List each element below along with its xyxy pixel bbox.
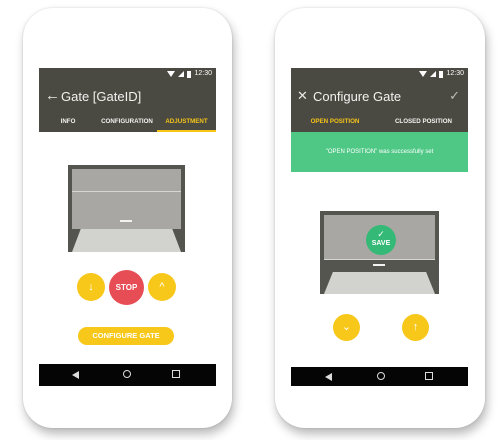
nav-back-icon[interactable] bbox=[72, 371, 79, 379]
wifi-icon bbox=[167, 71, 176, 77]
wifi-icon bbox=[419, 71, 428, 77]
app-bar: ✕ Configure Gate ✓ bbox=[291, 80, 468, 114]
tab-open-position[interactable]: OPEN POSITION bbox=[291, 114, 379, 132]
battery-icon bbox=[439, 70, 444, 78]
gate-handle bbox=[120, 220, 132, 222]
signal-icon bbox=[430, 71, 437, 77]
move-down-button[interactable]: ↓ bbox=[77, 273, 105, 301]
nav-home-icon[interactable] bbox=[123, 370, 131, 378]
chevron-down-icon: ⌄ bbox=[341, 321, 352, 333]
gate-floor bbox=[72, 229, 181, 252]
status-bar: 12:30 bbox=[291, 68, 468, 80]
gate-floor bbox=[324, 272, 435, 294]
status-time: 12:30 bbox=[446, 70, 464, 77]
success-message: "OPEN POSITION" was successfully set bbox=[325, 149, 434, 155]
confirm-check-icon[interactable]: ✓ bbox=[449, 88, 460, 104]
success-banner: "OPEN POSITION" was successfully set bbox=[291, 132, 468, 172]
move-up-button[interactable]: ↑ bbox=[402, 314, 429, 341]
close-icon[interactable]: ✕ bbox=[297, 88, 308, 104]
system-nav-bar bbox=[291, 367, 468, 386]
page-title: Gate [GateID] bbox=[61, 89, 142, 104]
gate-handle bbox=[373, 264, 385, 266]
nav-home-icon[interactable] bbox=[377, 372, 385, 380]
move-up-button[interactable]: ^ bbox=[148, 273, 176, 301]
tab-closed-position[interactable]: CLOSED POSITION bbox=[379, 114, 468, 132]
configure-gate-button[interactable]: CONFIGURE GATE bbox=[78, 327, 174, 345]
nav-recent-icon[interactable] bbox=[172, 370, 180, 378]
gate-panel-line bbox=[324, 259, 435, 260]
stop-button[interactable]: STOP bbox=[109, 270, 144, 305]
tab-configuration[interactable]: CONFIGURATION bbox=[97, 114, 157, 132]
phone-left-screen: 12:30 ← Gate [GateID] INFO CONFIGURATION… bbox=[39, 68, 216, 386]
move-down-button[interactable]: ⌄ bbox=[333, 314, 360, 341]
phone-right-screen: 12:30 ✕ Configure Gate ✓ OPEN POSITION C… bbox=[291, 68, 468, 386]
tab-bar: INFO CONFIGURATION ADJUSTMENT bbox=[39, 114, 216, 132]
gate-illustration bbox=[68, 165, 185, 252]
signal-icon bbox=[178, 71, 185, 77]
tab-info[interactable]: INFO bbox=[39, 114, 97, 132]
tab-bar: OPEN POSITION CLOSED POSITION bbox=[291, 114, 468, 132]
status-time: 12:30 bbox=[194, 70, 212, 77]
phone-right: 12:30 ✕ Configure Gate ✓ OPEN POSITION C… bbox=[275, 8, 485, 428]
battery-icon bbox=[187, 70, 192, 78]
back-arrow-icon[interactable]: ← bbox=[45, 88, 60, 104]
page-title: Configure Gate bbox=[313, 89, 402, 104]
arrow-down-icon: ↓ bbox=[88, 280, 94, 293]
save-label: SAVE bbox=[371, 240, 391, 247]
stop-label: STOP bbox=[115, 283, 138, 292]
phone-left: 12:30 ← Gate [GateID] INFO CONFIGURATION… bbox=[23, 8, 232, 428]
save-button[interactable]: ✓ SAVE bbox=[366, 225, 396, 255]
app-bar: ← Gate [GateID] bbox=[39, 80, 216, 114]
chevron-up-icon: ^ bbox=[159, 280, 165, 293]
status-bar: 12:30 bbox=[39, 68, 216, 80]
nav-back-icon[interactable] bbox=[325, 373, 332, 381]
tab-adjustment[interactable]: ADJUSTMENT bbox=[157, 114, 216, 132]
nav-recent-icon[interactable] bbox=[425, 372, 433, 380]
arrow-up-icon: ↑ bbox=[412, 321, 419, 333]
gate-panel-line bbox=[72, 191, 181, 192]
save-check-icon: ✓ bbox=[377, 229, 385, 239]
system-nav-bar bbox=[39, 364, 216, 386]
